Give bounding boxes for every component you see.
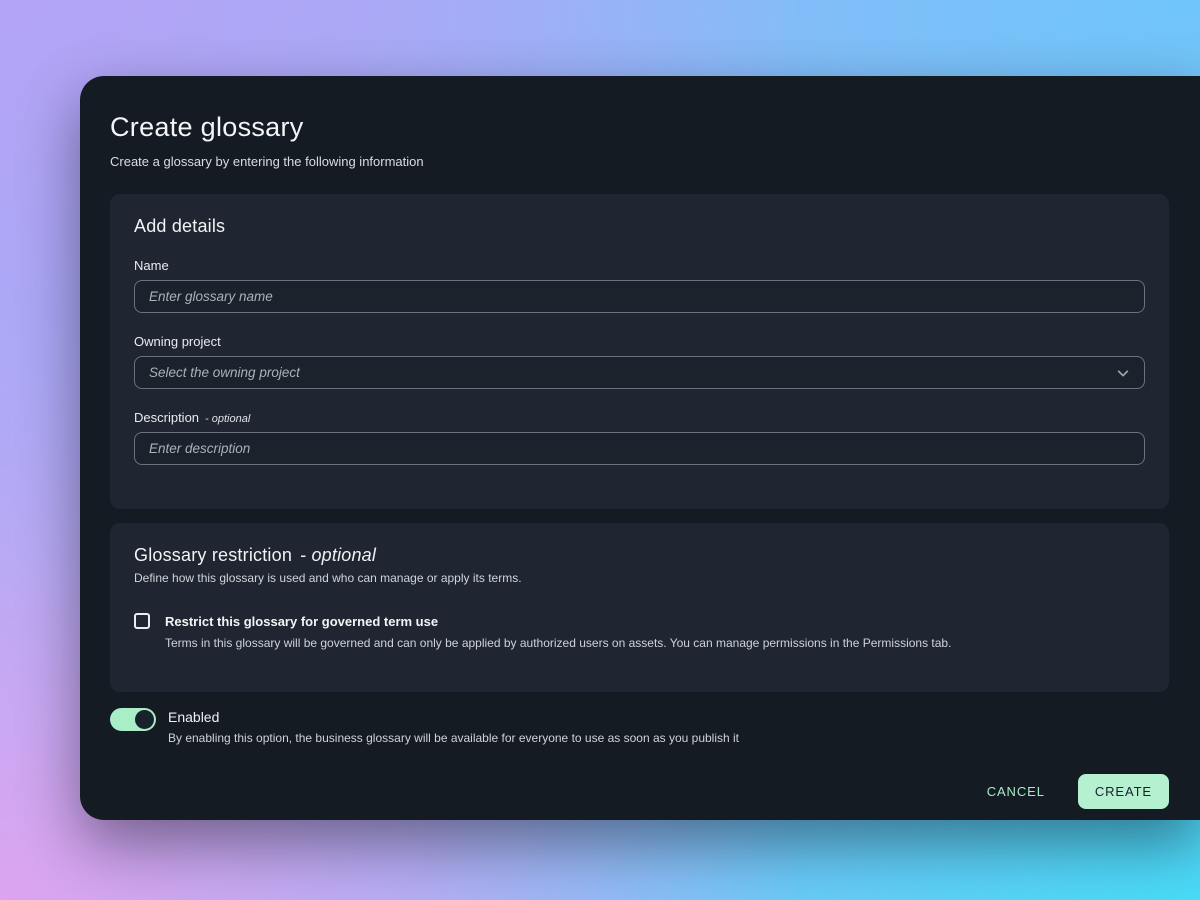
owning-project-placeholder: Select the owning project [149, 365, 300, 381]
description-input[interactable] [134, 432, 1145, 466]
glossary-restriction-card: Glossary restriction - optional Define ho… [110, 523, 1169, 693]
page-title: Create glossary [110, 112, 304, 142]
add-details-card: Add details Name Owning project Select t… [110, 194, 1169, 510]
glossary-name-input[interactable] [134, 280, 1145, 314]
description-optional-suffix: - optional [205, 413, 251, 426]
chevron-down-icon [1117, 369, 1129, 377]
cancel-button[interactable]: CANCEL [985, 776, 1047, 807]
create-glossary-dialog: Create glossary Create a glossary by ent… [80, 76, 1200, 820]
enabled-toggle-label: Enabled [168, 709, 220, 726]
toggle-knob [135, 710, 154, 730]
restrict-glossary-checkbox[interactable] [134, 613, 150, 630]
enabled-toggle-description: By enabling this option, the business gl… [168, 731, 740, 746]
restrict-checkbox-row: Restrict this glossary for governed term… [134, 613, 1145, 630]
glossary-restriction-subheading: Define how this glossary is used and who… [134, 571, 522, 586]
enabled-toggle-text: Enabled By enabling this option, the bus… [168, 707, 739, 745]
enabled-toggle-row: Enabled By enabling this option, the bus… [110, 707, 1169, 745]
name-label: Name [134, 258, 169, 274]
owning-project-label: Owning project [134, 334, 221, 350]
add-details-heading: Add details [134, 216, 226, 237]
page-subtitle: Create a glossary by entering the follow… [110, 154, 424, 170]
create-button[interactable]: CREATE [1077, 774, 1169, 810]
enabled-toggle[interactable] [110, 708, 156, 732]
glossary-restriction-heading: Glossary restriction - optional [134, 545, 377, 566]
restriction-optional-suffix: - optional [300, 545, 377, 566]
owning-project-select[interactable]: Select the owning project [134, 356, 1145, 390]
description-label: Description - optional [134, 410, 251, 426]
dialog-footer: CANCEL CREATE [110, 774, 1169, 810]
restrict-checkbox-description: Terms in this glossary will be governed … [165, 636, 952, 651]
restrict-checkbox-label[interactable]: Restrict this glossary for governed term… [165, 614, 438, 629]
